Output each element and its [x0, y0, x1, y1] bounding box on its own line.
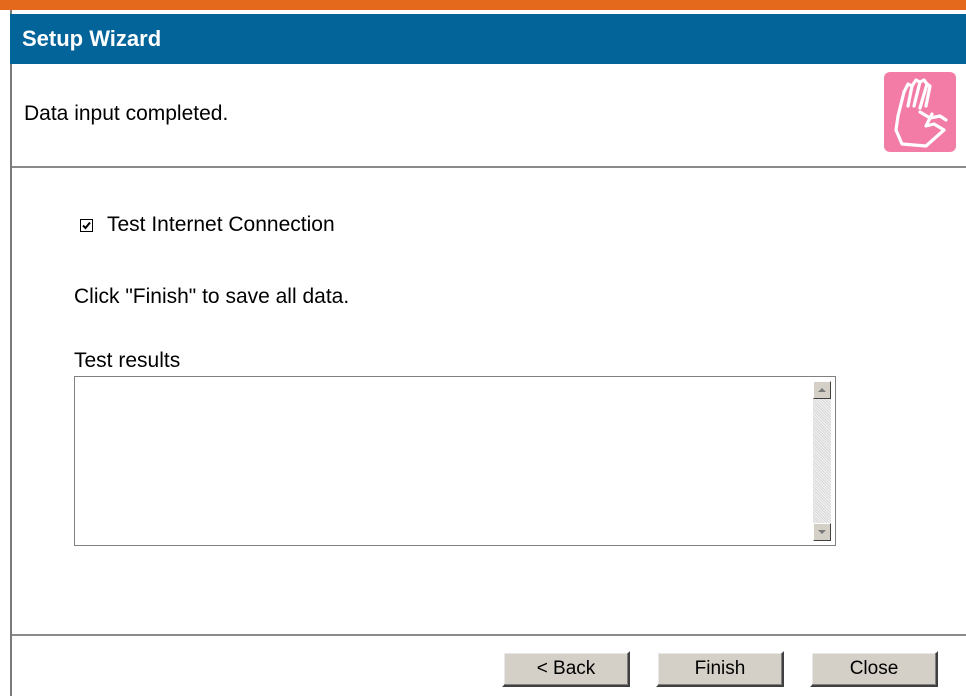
arrow-up-icon: [818, 388, 826, 392]
test-connection-checkbox[interactable]: [80, 218, 93, 232]
title-bar: Setup Wizard: [10, 14, 966, 64]
finish-instruction: Click "Finish" to save all data.: [74, 285, 350, 308]
test-connection-option[interactable]: Test Internet Connection: [80, 213, 335, 237]
close-button[interactable]: Close: [810, 651, 938, 687]
wizard-content: Test Internet Connection Click "Finish" …: [12, 168, 966, 634]
accent-bar: [0, 0, 966, 10]
test-results-value: [79, 381, 805, 541]
header-message: Data input completed.: [24, 102, 229, 125]
back-button[interactable]: < Back: [502, 651, 630, 687]
checkmark-icon: [82, 221, 91, 229]
test-results-label: Test results: [74, 349, 181, 372]
hand-icon: [884, 72, 956, 152]
window-title: Setup Wizard: [22, 26, 162, 51]
scroll-up-button[interactable]: [813, 381, 831, 399]
wizard-footer: < Back Finish Close: [12, 634, 966, 696]
wizard-header: Data input completed.: [12, 64, 966, 168]
test-results-textarea[interactable]: [74, 376, 836, 546]
arrow-down-icon: [818, 530, 826, 534]
setup-wizard-window: Setup Wizard Data input completed. Test …: [0, 0, 966, 696]
test-connection-label[interactable]: Test Internet Connection: [107, 213, 335, 237]
window-left-edge: [0, 10, 12, 696]
finish-button[interactable]: Finish: [656, 651, 784, 687]
scroll-down-button[interactable]: [813, 523, 831, 541]
results-scrollbar[interactable]: [813, 381, 831, 541]
